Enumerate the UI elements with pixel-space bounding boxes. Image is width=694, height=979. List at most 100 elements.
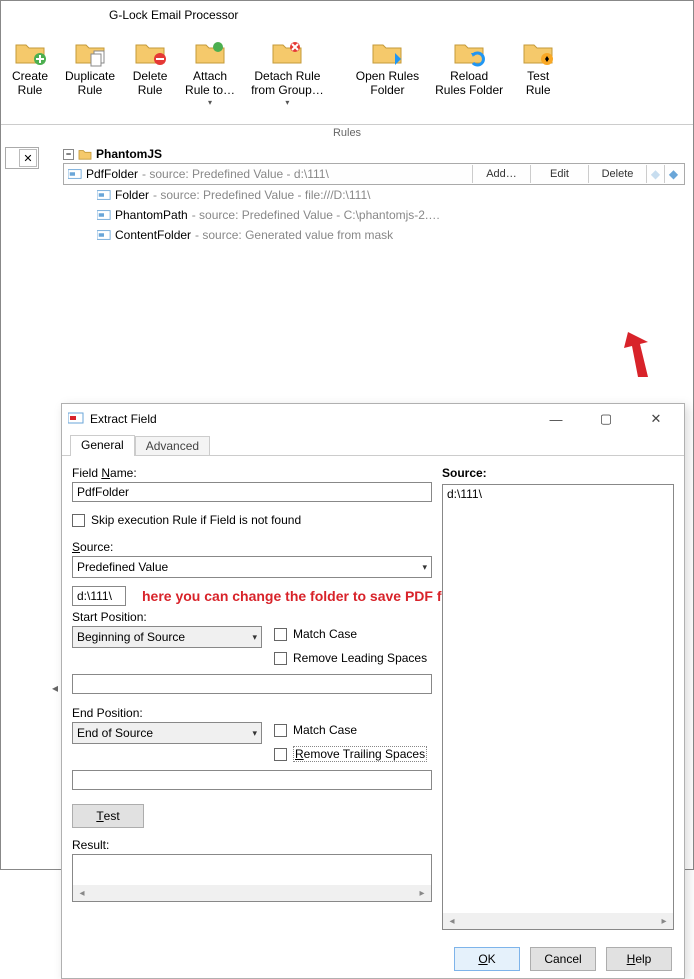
move-down-button[interactable]: ◆ <box>664 165 682 183</box>
end-position-label: End Position: <box>72 706 262 720</box>
source-scrollbar[interactable]: ◂▸ <box>443 913 673 929</box>
attach-icon <box>194 35 226 67</box>
dialog-tabs: General Advanced <box>62 434 684 456</box>
result-box: ◂▸ <box>72 854 432 902</box>
dialog-icon <box>68 412 84 426</box>
splitter-handle[interactable]: ◂ <box>51 673 59 703</box>
annotation-text: here you can change the folder to save P… <box>142 588 465 604</box>
label: Remove Trailing Spaces <box>293 746 427 762</box>
test-rule-button[interactable]: Test Rule <box>513 33 563 100</box>
tab-advanced[interactable]: Advanced <box>135 436 210 455</box>
checkbox[interactable] <box>274 748 287 761</box>
move-up-button[interactable]: ◆ <box>646 165 664 183</box>
path-input[interactable] <box>72 586 126 606</box>
dialog-footer: OK Cancel Help <box>62 940 684 978</box>
label: Detach Rule from Group… <box>251 69 324 98</box>
folder-plus-icon <box>14 35 46 67</box>
extract-field-dialog: Extract Field — ▢ ✕ General Advanced Fie… <box>61 403 685 979</box>
checkbox[interactable] <box>274 628 287 641</box>
remove-leading[interactable]: Remove Leading Spaces <box>274 648 427 668</box>
field-name-label: Field Name: <box>72 466 432 480</box>
result-label: Result: <box>72 838 432 852</box>
open-rules-folder-button[interactable]: Open Rules Folder <box>350 33 425 100</box>
add-field-button[interactable]: Add… <box>472 165 530 183</box>
help-button[interactable]: Help <box>606 947 672 971</box>
start-position-select[interactable]: Beginning of Source ▾ <box>72 626 262 648</box>
annotation-row: here you can change the folder to save P… <box>72 584 432 608</box>
delete-field-button[interactable]: Delete <box>588 165 646 183</box>
fields-tree: − PhantomJS PdfFolder - source: Predefin… <box>63 147 685 245</box>
label: Match Case <box>293 627 357 641</box>
field-source: - source: Predefined Value - C:\phantomj… <box>192 208 441 222</box>
folder-icon <box>78 148 92 160</box>
delete-rule-button[interactable]: Delete Rule <box>125 33 175 100</box>
label: Remove Leading Spaces <box>293 651 427 665</box>
duplicate-rule-button[interactable]: Duplicate Rule <box>59 33 121 100</box>
maximize-button[interactable]: ▢ <box>584 405 628 433</box>
chevron-down-icon: ▾ <box>252 728 257 739</box>
field-name: ContentFolder <box>115 228 191 242</box>
left-pane: ✕ <box>5 147 39 169</box>
label: Match Case <box>293 723 357 737</box>
remove-trailing[interactable]: Remove Trailing Spaces <box>274 744 427 764</box>
dialog-title: Extract Field <box>90 412 157 426</box>
tree-row-folder[interactable]: Folder - source: Predefined Value - file… <box>63 185 685 205</box>
minimize-button[interactable]: — <box>534 405 578 433</box>
dialog-left: Field Name: Skip execution Rule if Field… <box>72 466 432 930</box>
detach-icon <box>271 35 303 67</box>
source-label: Source: <box>72 540 432 554</box>
skip-checkbox[interactable] <box>72 514 85 527</box>
close-button[interactable]: ✕ <box>634 405 678 433</box>
match-case-2[interactable]: Match Case <box>274 720 427 740</box>
checkbox[interactable] <box>274 652 287 665</box>
test-button[interactable]: Test <box>72 804 144 828</box>
match-case-1[interactable]: Match Case <box>274 624 427 644</box>
workspace: ✕ ◂ − PhantomJS PdfFolder - source: Pred… <box>1 143 693 865</box>
field-source: - source: Predefined Value - d:\111\ <box>142 167 329 181</box>
end-position-select[interactable]: End of Source ▾ <box>72 722 262 744</box>
field-source: - source: Predefined Value - file:///D:\… <box>153 188 370 202</box>
detach-rule-button[interactable]: Detach Rule from Group… ▾ <box>245 33 330 109</box>
label: Attach Rule to… <box>185 69 235 98</box>
dialog-body: Field Name: Skip execution Rule if Field… <box>62 456 684 940</box>
source-value: Predefined Value <box>77 560 168 574</box>
field-name-input[interactable] <box>72 482 432 502</box>
tab-general[interactable]: General <box>70 435 135 456</box>
field-name: Folder <box>115 188 149 202</box>
skip-checkbox-row[interactable]: Skip execution Rule if Field is not foun… <box>72 510 432 530</box>
label: Open Rules Folder <box>356 69 419 98</box>
dialog-titlebar[interactable]: Extract Field — ▢ ✕ <box>62 404 684 434</box>
chevron-down-icon: ▾ <box>285 98 289 108</box>
tree-row-phantompath[interactable]: PhantomPath - source: Predefined Value -… <box>63 205 685 225</box>
collapse-icon[interactable]: − <box>63 149 74 160</box>
edit-field-button[interactable]: Edit <box>530 165 588 183</box>
annotation-arrow-edit <box>618 332 658 382</box>
reload-rules-button[interactable]: Reload Rules Folder <box>429 33 509 100</box>
cancel-button[interactable]: Cancel <box>530 947 596 971</box>
ok-button[interactable]: OK <box>454 947 520 971</box>
dialog-right: Source: d:\111\ ◂▸ <box>442 466 674 930</box>
checkbox[interactable] <box>274 724 287 737</box>
start-position-row: Start Position: Beginning of Source ▾ Ma… <box>72 610 432 668</box>
start-text-input[interactable] <box>72 674 432 694</box>
tree-root[interactable]: − PhantomJS <box>63 147 685 161</box>
folder-duplicate-icon <box>74 35 106 67</box>
create-rule-button[interactable]: Create Rule <box>5 33 55 100</box>
field-source: - source: Generated value from mask <box>195 228 393 242</box>
field-icon <box>97 229 111 241</box>
close-pane-button[interactable]: ✕ <box>19 149 37 167</box>
source-box-value: d:\111\ <box>443 485 673 503</box>
result-scrollbar[interactable]: ◂▸ <box>73 885 431 901</box>
end-position-value: End of Source <box>77 726 153 740</box>
start-position-label: Start Position: <box>72 610 262 624</box>
field-icon <box>97 209 111 221</box>
tree-row-contentfolder[interactable]: ContentFolder - source: Generated value … <box>63 225 685 245</box>
end-text-input[interactable] <box>72 770 432 790</box>
end-position-row: End Position: End of Source ▾ Match Case… <box>72 706 432 764</box>
label: Test Rule <box>526 69 551 98</box>
tree-row-pdffolder[interactable]: PdfFolder - source: Predefined Value - d… <box>63 163 685 185</box>
app-title: G-Lock Email Processor <box>109 8 238 22</box>
source-select[interactable]: Predefined Value ▾ <box>72 556 432 578</box>
attach-rule-button[interactable]: Attach Rule to… ▾ <box>179 33 241 109</box>
ribbon: Create Rule Duplicate Rule Delete Rule A… <box>1 29 693 143</box>
